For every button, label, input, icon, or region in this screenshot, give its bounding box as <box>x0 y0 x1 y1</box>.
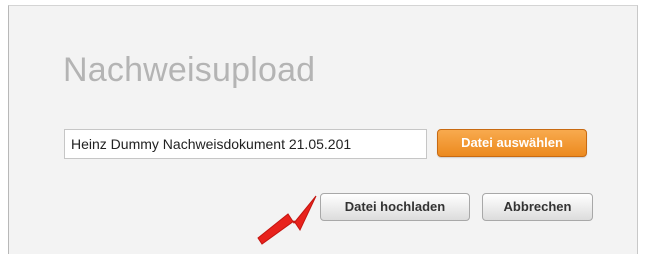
upload-file-button[interactable]: Datei hochladen <box>320 193 470 221</box>
file-name-field[interactable]: Heinz Dummy Nachweisdokument 21.05.201 <box>64 129 427 159</box>
choose-file-button[interactable]: Datei auswählen <box>437 129 587 157</box>
cancel-button[interactable]: Abbrechen <box>482 193 593 221</box>
page-title: Nachweisupload <box>63 51 316 89</box>
red-arrow-icon <box>257 195 317 245</box>
